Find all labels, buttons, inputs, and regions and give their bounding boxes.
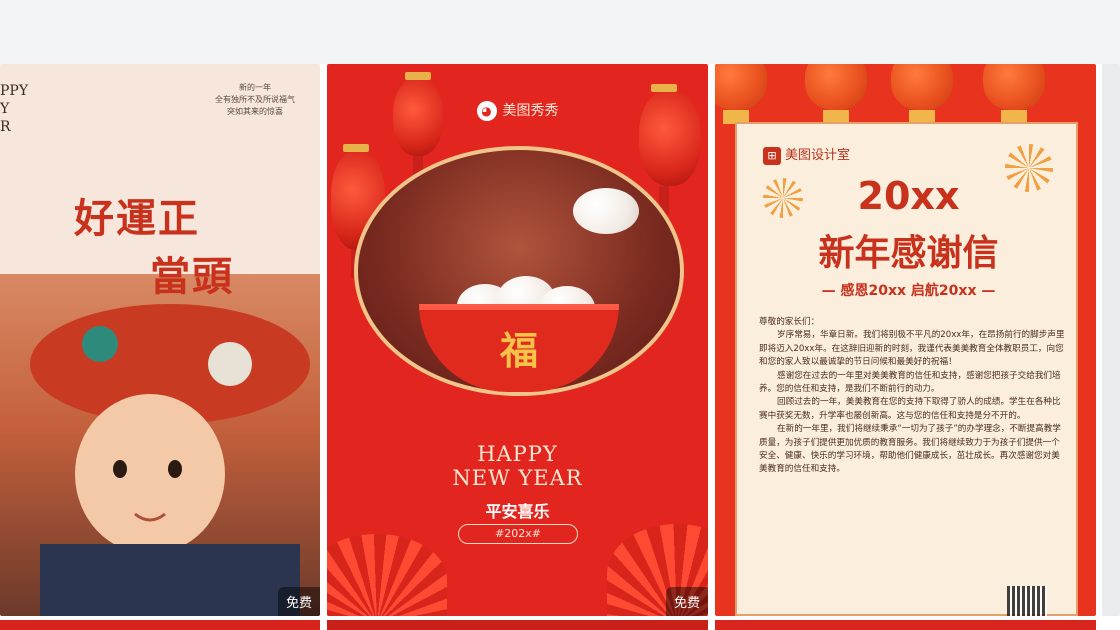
new-year-text: NEW YEAR [452,466,583,490]
template-card-2[interactable]: ◕ 美图秀秀 福 HAPPY NEW YEAR 平安喜乐 #202x# 免费 [327,64,708,616]
card2-brand: ◕ 美图秀秀 [327,100,708,121]
letter-paragraph: 感谢您在过去的一年里对美美教育的信任和支持，感谢您把孩子交给我们培养。您的信任和… [759,370,1061,395]
template-card-3[interactable]: ⊞ 美图设计室 20xx 新年感谢信 — 感恩20xx 启航20xx — 尊敬的家… [715,64,1096,616]
lantern-decoration [805,64,867,124]
letter-subtitle: — 感恩20xx 启航20xx — [821,283,996,299]
letter-year-title: 20xx [857,174,960,218]
lantern-decoration [983,64,1045,124]
lantern-decoration [715,64,767,124]
card1-text-line: Y [0,101,10,117]
lantern-decoration [891,64,953,124]
card3-brand-label: 美图设计室 [785,148,851,163]
child-illustration [30,304,310,616]
letter-paper: ⊞ 美图设计室 20xx 新年感谢信 — 感恩20xx 启航20xx — 尊敬的家… [735,122,1078,616]
card1-english-text: PPY Y R [0,82,28,136]
card1-blessing-line: 突如其来的惊喜 [227,107,283,116]
tangyuan-spoon [573,188,639,234]
card1-blessing-text: 新的一年 全有独所不及所说福气 突如其来的惊喜 [210,82,300,118]
letter-main-title: 新年感谢信 [818,233,999,274]
letter-body: 尊敬的家长们： 岁序常易，华章日新。我们将别极不平凡的20xx年，在昂扬前行的脚… [759,316,1065,477]
template-card-4-partial[interactable] [1102,64,1120,616]
meitu-logo-icon: ◕ [476,101,497,121]
free-badge[interactable]: 免费 [665,587,708,616]
card1-blessing-line: 全有独所不及所说福气 [215,95,295,104]
card1-child-photo [0,274,320,616]
card1-blessing-line: 新的一年 [239,83,271,92]
qr-code [1007,586,1047,616]
card1-text-line: R [0,119,11,135]
paper-fan-decoration [327,534,447,616]
next-row-card-edge [327,620,708,630]
letter-greeting: 尊敬的家长们： [759,317,820,327]
next-row-card-edge [715,620,1096,630]
card3-brand: ⊞ 美图设计室 [763,144,850,165]
card1-text-line: PPY [0,83,29,99]
letter-paragraph: 回顾过去的一年，美美教育在您的支持下取得了骄人的成绩。学生在各种比赛中获奖无数，… [759,397,1061,421]
template-card-1[interactable]: PPY Y R 新的一年 全有独所不及所说福气 突如其来的惊喜 好運正 當頭 免… [0,64,320,616]
fu-character: 福 [499,328,538,373]
card1-title: 好運正 [74,195,200,242]
card2-hashtag: #202x# [458,524,578,544]
happy-text: HAPPY [477,442,558,466]
card1-title-line2: 當頭 [150,253,234,300]
free-badge[interactable]: 免费 [277,587,320,616]
letter-paragraph: 在新的一年里，我们将继续秉承“一切为了孩子”的办学理念，不断提高教学质量，为孩子… [759,424,1061,475]
card2-brand-label: 美图秀秀 [502,103,559,119]
meitu-design-logo-icon: ⊞ [763,146,781,165]
next-row-card-edge [0,620,320,630]
card2-subtitle: 平安喜乐 [485,502,550,521]
letter-paragraph: 岁序常易，华章日新。我们将别极不平凡的20xx年，在昂扬前行的脚步声里即将迈入2… [759,330,1065,368]
card2-happy-new-year: HAPPY NEW YEAR [327,442,708,490]
top-bar [0,0,1120,64]
